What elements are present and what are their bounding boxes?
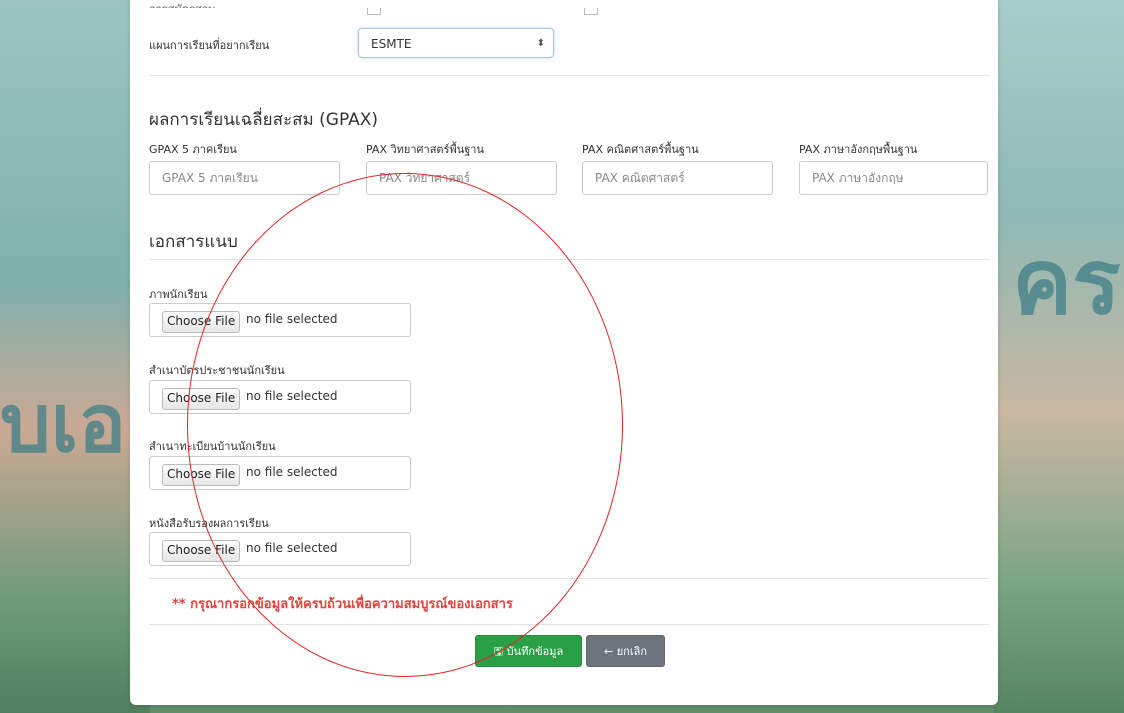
math-input[interactable]: PAX คณิตศาสตร์: [582, 161, 773, 195]
background-building-sign-right: คร: [1012, 230, 1121, 335]
choose-file-button[interactable]: Choose File: [162, 388, 241, 410]
cancel-button-label: ยกเลิก: [616, 645, 647, 658]
floppy-disk-icon: 🖫: [493, 645, 504, 658]
cutoff-label: การสมัครสอบ: [149, 0, 215, 8]
divider: [149, 75, 989, 76]
cancel-button[interactable]: ← ยกเลิก: [586, 635, 665, 667]
choose-file-button[interactable]: Choose File: [162, 464, 241, 486]
sci-input[interactable]: PAX วิทยาศาสตร์: [366, 161, 557, 195]
attachments-title: เอกสารแนบ: [149, 232, 238, 252]
no-file-text: no file selected: [246, 312, 338, 326]
choose-file-button[interactable]: Choose File: [162, 540, 241, 562]
math-label: PAX คณิตศาสตร์พื้นฐาน: [582, 143, 699, 156]
warning-message: ** กรุณากรอกข้อมูลให้ครบถ้วนเพื่อความสมบ…: [172, 597, 513, 612]
select-arrows-icon: ⬍: [536, 38, 545, 49]
background-right: คร: [994, 0, 1124, 713]
save-button-label: บันทึกข้อมูล: [506, 645, 564, 658]
background-left: บเอ: [0, 0, 150, 713]
gpax-label: GPAX 5 ภาคเรียน: [149, 143, 237, 156]
cutoff-checkbox-2[interactable]: [584, 8, 598, 15]
file-label-transcript: หนังสือรับรองผลการเรียน: [149, 517, 269, 530]
file-label-photo: ภาพนักเรียน: [149, 288, 208, 301]
no-file-text: no file selected: [246, 465, 338, 479]
divider: [149, 578, 989, 579]
background-building-sign: บเอ: [0, 377, 127, 470]
cutoff-checkbox-1[interactable]: [367, 8, 381, 15]
form-card: การสมัครสอบ แผนการเรียนที่อยากเรียน ESMT…: [130, 0, 998, 705]
save-button[interactable]: 🖫 บันทึกข้อมูล: [475, 635, 582, 667]
gpax-title: ผลการเรียนเฉลี่ยสะสม (GPAX): [149, 110, 379, 130]
file-input-photo[interactable]: Choose File no file selected: [149, 303, 411, 337]
sci-label: PAX วิทยาศาสตร์พื้นฐาน: [366, 143, 484, 156]
divider: [149, 624, 989, 625]
eng-label: PAX ภาษาอังกฤษพื้นฐาน: [799, 143, 918, 156]
file-label-id-card: สำเนาบัตรประชาชนนักเรียน: [149, 364, 285, 377]
file-input-house-registration[interactable]: Choose File no file selected: [149, 456, 411, 490]
file-label-house-registration: สำเนาทะเบียนบ้านนักเรียน: [149, 440, 276, 453]
file-input-transcript[interactable]: Choose File no file selected: [149, 532, 411, 566]
no-file-text: no file selected: [246, 389, 338, 403]
no-file-text: no file selected: [246, 541, 338, 555]
eng-input[interactable]: PAX ภาษาอังกฤษ: [799, 161, 988, 195]
plan-label: แผนการเรียนที่อยากเรียน: [149, 39, 270, 52]
plan-select-value: ESMTE: [371, 37, 412, 51]
arrow-left-icon: ←: [604, 645, 614, 658]
gpax-input[interactable]: GPAX 5 ภาคเรียน: [149, 161, 340, 195]
divider: [149, 259, 989, 260]
file-input-id-card[interactable]: Choose File no file selected: [149, 380, 411, 414]
plan-select[interactable]: ESMTE ⬍: [358, 28, 554, 58]
choose-file-button[interactable]: Choose File: [162, 311, 241, 333]
